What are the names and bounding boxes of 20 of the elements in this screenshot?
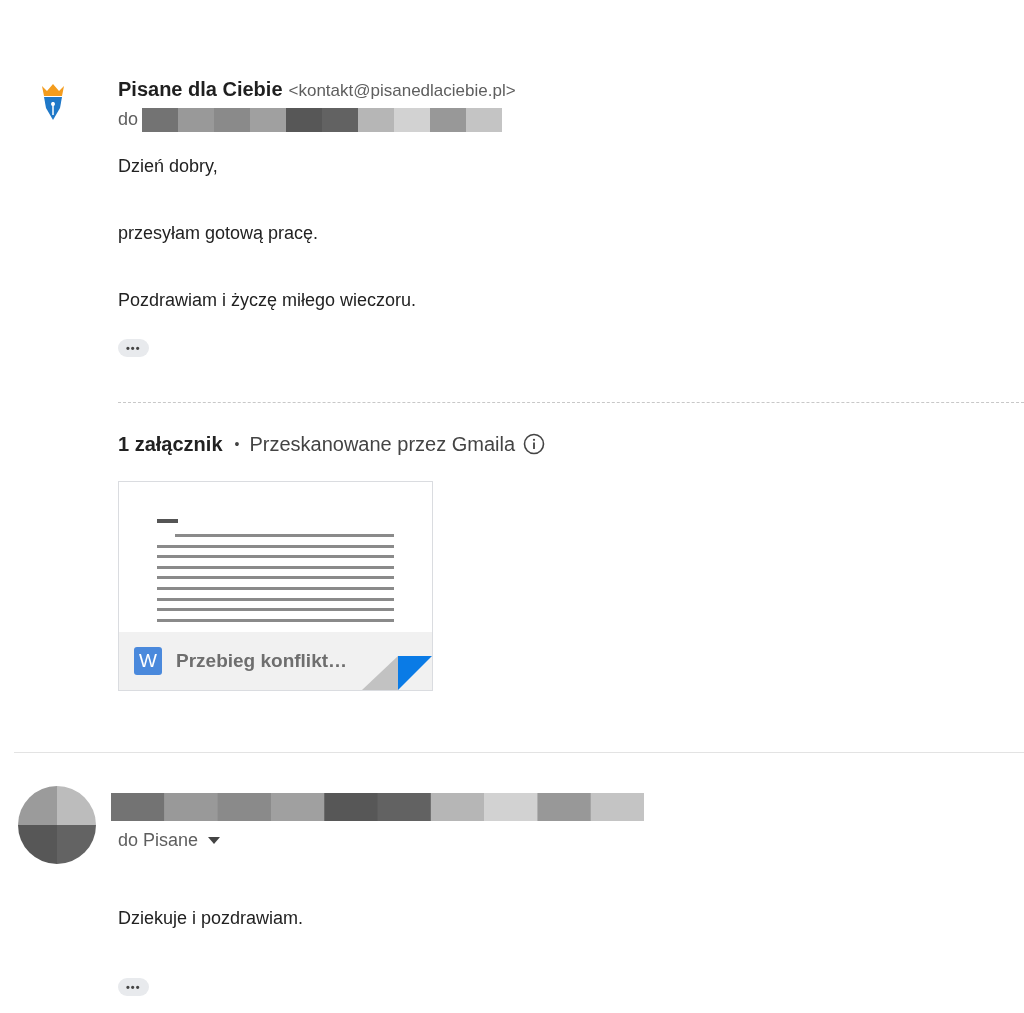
info-icon[interactable] (523, 433, 546, 455)
separator-dot: • (234, 434, 240, 454)
show-trimmed-content-button[interactable]: ••• (118, 978, 149, 996)
sender-email: <kontakt@pisanedlaciebie.pl> (288, 80, 516, 102)
recipient-label: do (118, 108, 139, 131)
folded-corner-icon (362, 656, 432, 690)
recipient-label: do Pisane (117, 829, 199, 852)
dropdown-caret-icon[interactable] (208, 837, 221, 844)
message-text: Pozdrawiam i życzę miłego wieczoru. (118, 289, 418, 311)
attachment-count: 1 załącznik (118, 432, 223, 457)
sender-name: Pisane dla Ciebie (118, 77, 283, 102)
message-text: Dziekuje i pozdrawiam. (118, 907, 305, 929)
message-text: przesyłam gotową pracę. (118, 222, 320, 244)
pen-nib-crown-logo-icon (39, 82, 67, 122)
scan-note: Przeskanowane przez Gmaila (249, 432, 516, 457)
show-trimmed-content-button[interactable]: ••• (118, 339, 149, 357)
attachment-card[interactable]: W Przebieg konflikt… (118, 481, 433, 691)
message-text: Dzień dobry, (118, 155, 219, 177)
word-document-icon: W (134, 647, 162, 675)
attachment-filename: Przebieg konflikt… (176, 648, 348, 673)
